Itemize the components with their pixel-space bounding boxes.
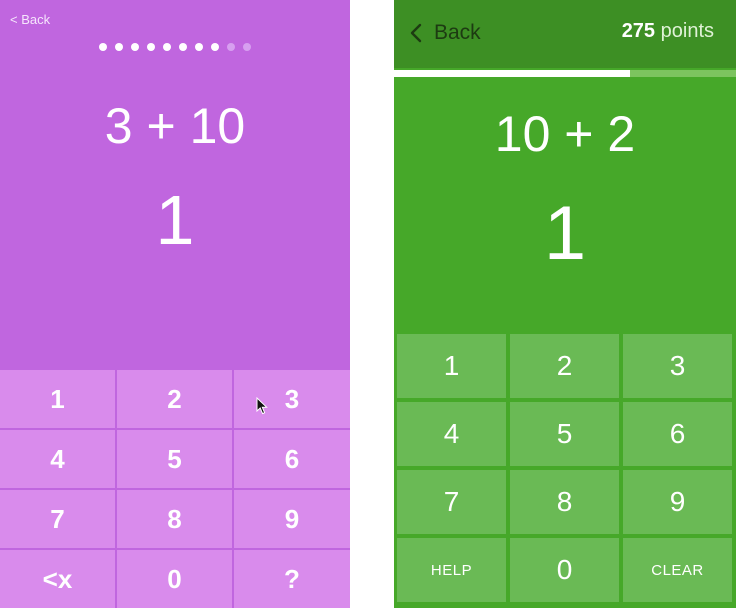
key-3[interactable]: 3 <box>234 370 350 428</box>
points-counter: 275 points <box>622 20 714 43</box>
number-keypad: 1 2 3 4 5 6 7 8 9 HELP 0 CLEAR <box>394 330 736 608</box>
points-unit: points <box>660 20 714 42</box>
progress-dot-complete <box>195 43 203 51</box>
progress-dot-complete <box>163 43 171 51</box>
clear-key[interactable]: CLEAR <box>623 538 732 602</box>
key-6[interactable]: 6 <box>623 402 732 466</box>
key-8[interactable]: 8 <box>117 490 232 548</box>
question-text: 3 + 10 <box>104 98 246 154</box>
progress-dot-complete <box>131 43 139 51</box>
key-2[interactable]: 2 <box>510 334 619 398</box>
progress-dot-complete <box>115 43 123 51</box>
progress-dot-complete <box>179 43 187 51</box>
key-7[interactable]: 7 <box>397 470 506 534</box>
back-button[interactable]: Back <box>410 18 481 48</box>
back-link[interactable]: < Back <box>10 12 50 27</box>
key-5[interactable]: 5 <box>510 402 619 466</box>
mouse-pointer-icon <box>256 397 268 415</box>
progress-dot-complete <box>211 43 219 51</box>
points-value: 275 <box>621 20 656 42</box>
key-9[interactable]: 9 <box>234 490 350 548</box>
key-4[interactable]: 4 <box>0 430 115 488</box>
question-text: 10 + 2 <box>494 106 636 162</box>
help-key[interactable]: ? <box>234 550 350 608</box>
key-1[interactable]: 1 <box>0 370 115 428</box>
key-7[interactable]: 7 <box>0 490 115 548</box>
back-label: Back <box>434 21 481 44</box>
backspace-key[interactable]: <x <box>0 550 115 608</box>
key-8[interactable]: 8 <box>510 470 619 534</box>
key-5[interactable]: 5 <box>117 430 232 488</box>
key-4[interactable]: 4 <box>397 402 506 466</box>
key-6[interactable]: 6 <box>234 430 350 488</box>
comparison-canvas: < Back 3 + 10 1 1 2 3 4 5 6 7 8 9 <x 0 ? <box>0 0 736 608</box>
green-quiz-screen: Back 275 points 10 + 2 1 1 2 3 4 5 6 7 8… <box>394 0 736 608</box>
number-keypad: 1 2 3 4 5 6 7 8 9 <x 0 ? <box>0 368 350 608</box>
progress-dots <box>0 43 350 51</box>
progress-dot-pending <box>243 43 251 51</box>
chevron-left-icon <box>410 23 422 43</box>
progress-bar-fill <box>394 70 630 77</box>
progress-dot-complete <box>99 43 107 51</box>
key-0[interactable]: 0 <box>510 538 619 602</box>
progress-dot-complete <box>147 43 155 51</box>
key-1[interactable]: 1 <box>397 334 506 398</box>
key-3[interactable]: 3 <box>623 334 732 398</box>
answer-display: 1 <box>543 191 587 276</box>
purple-quiz-screen: < Back 3 + 10 1 1 2 3 4 5 6 7 8 9 <x 0 ? <box>0 0 350 608</box>
help-key[interactable]: HELP <box>397 538 506 602</box>
progress-bar <box>394 70 736 77</box>
key-0[interactable]: 0 <box>117 550 232 608</box>
answer-display: 1 <box>155 181 195 259</box>
header-bar: Back 275 points <box>394 0 736 68</box>
progress-dot-pending <box>227 43 235 51</box>
key-9[interactable]: 9 <box>623 470 732 534</box>
key-2[interactable]: 2 <box>117 370 232 428</box>
